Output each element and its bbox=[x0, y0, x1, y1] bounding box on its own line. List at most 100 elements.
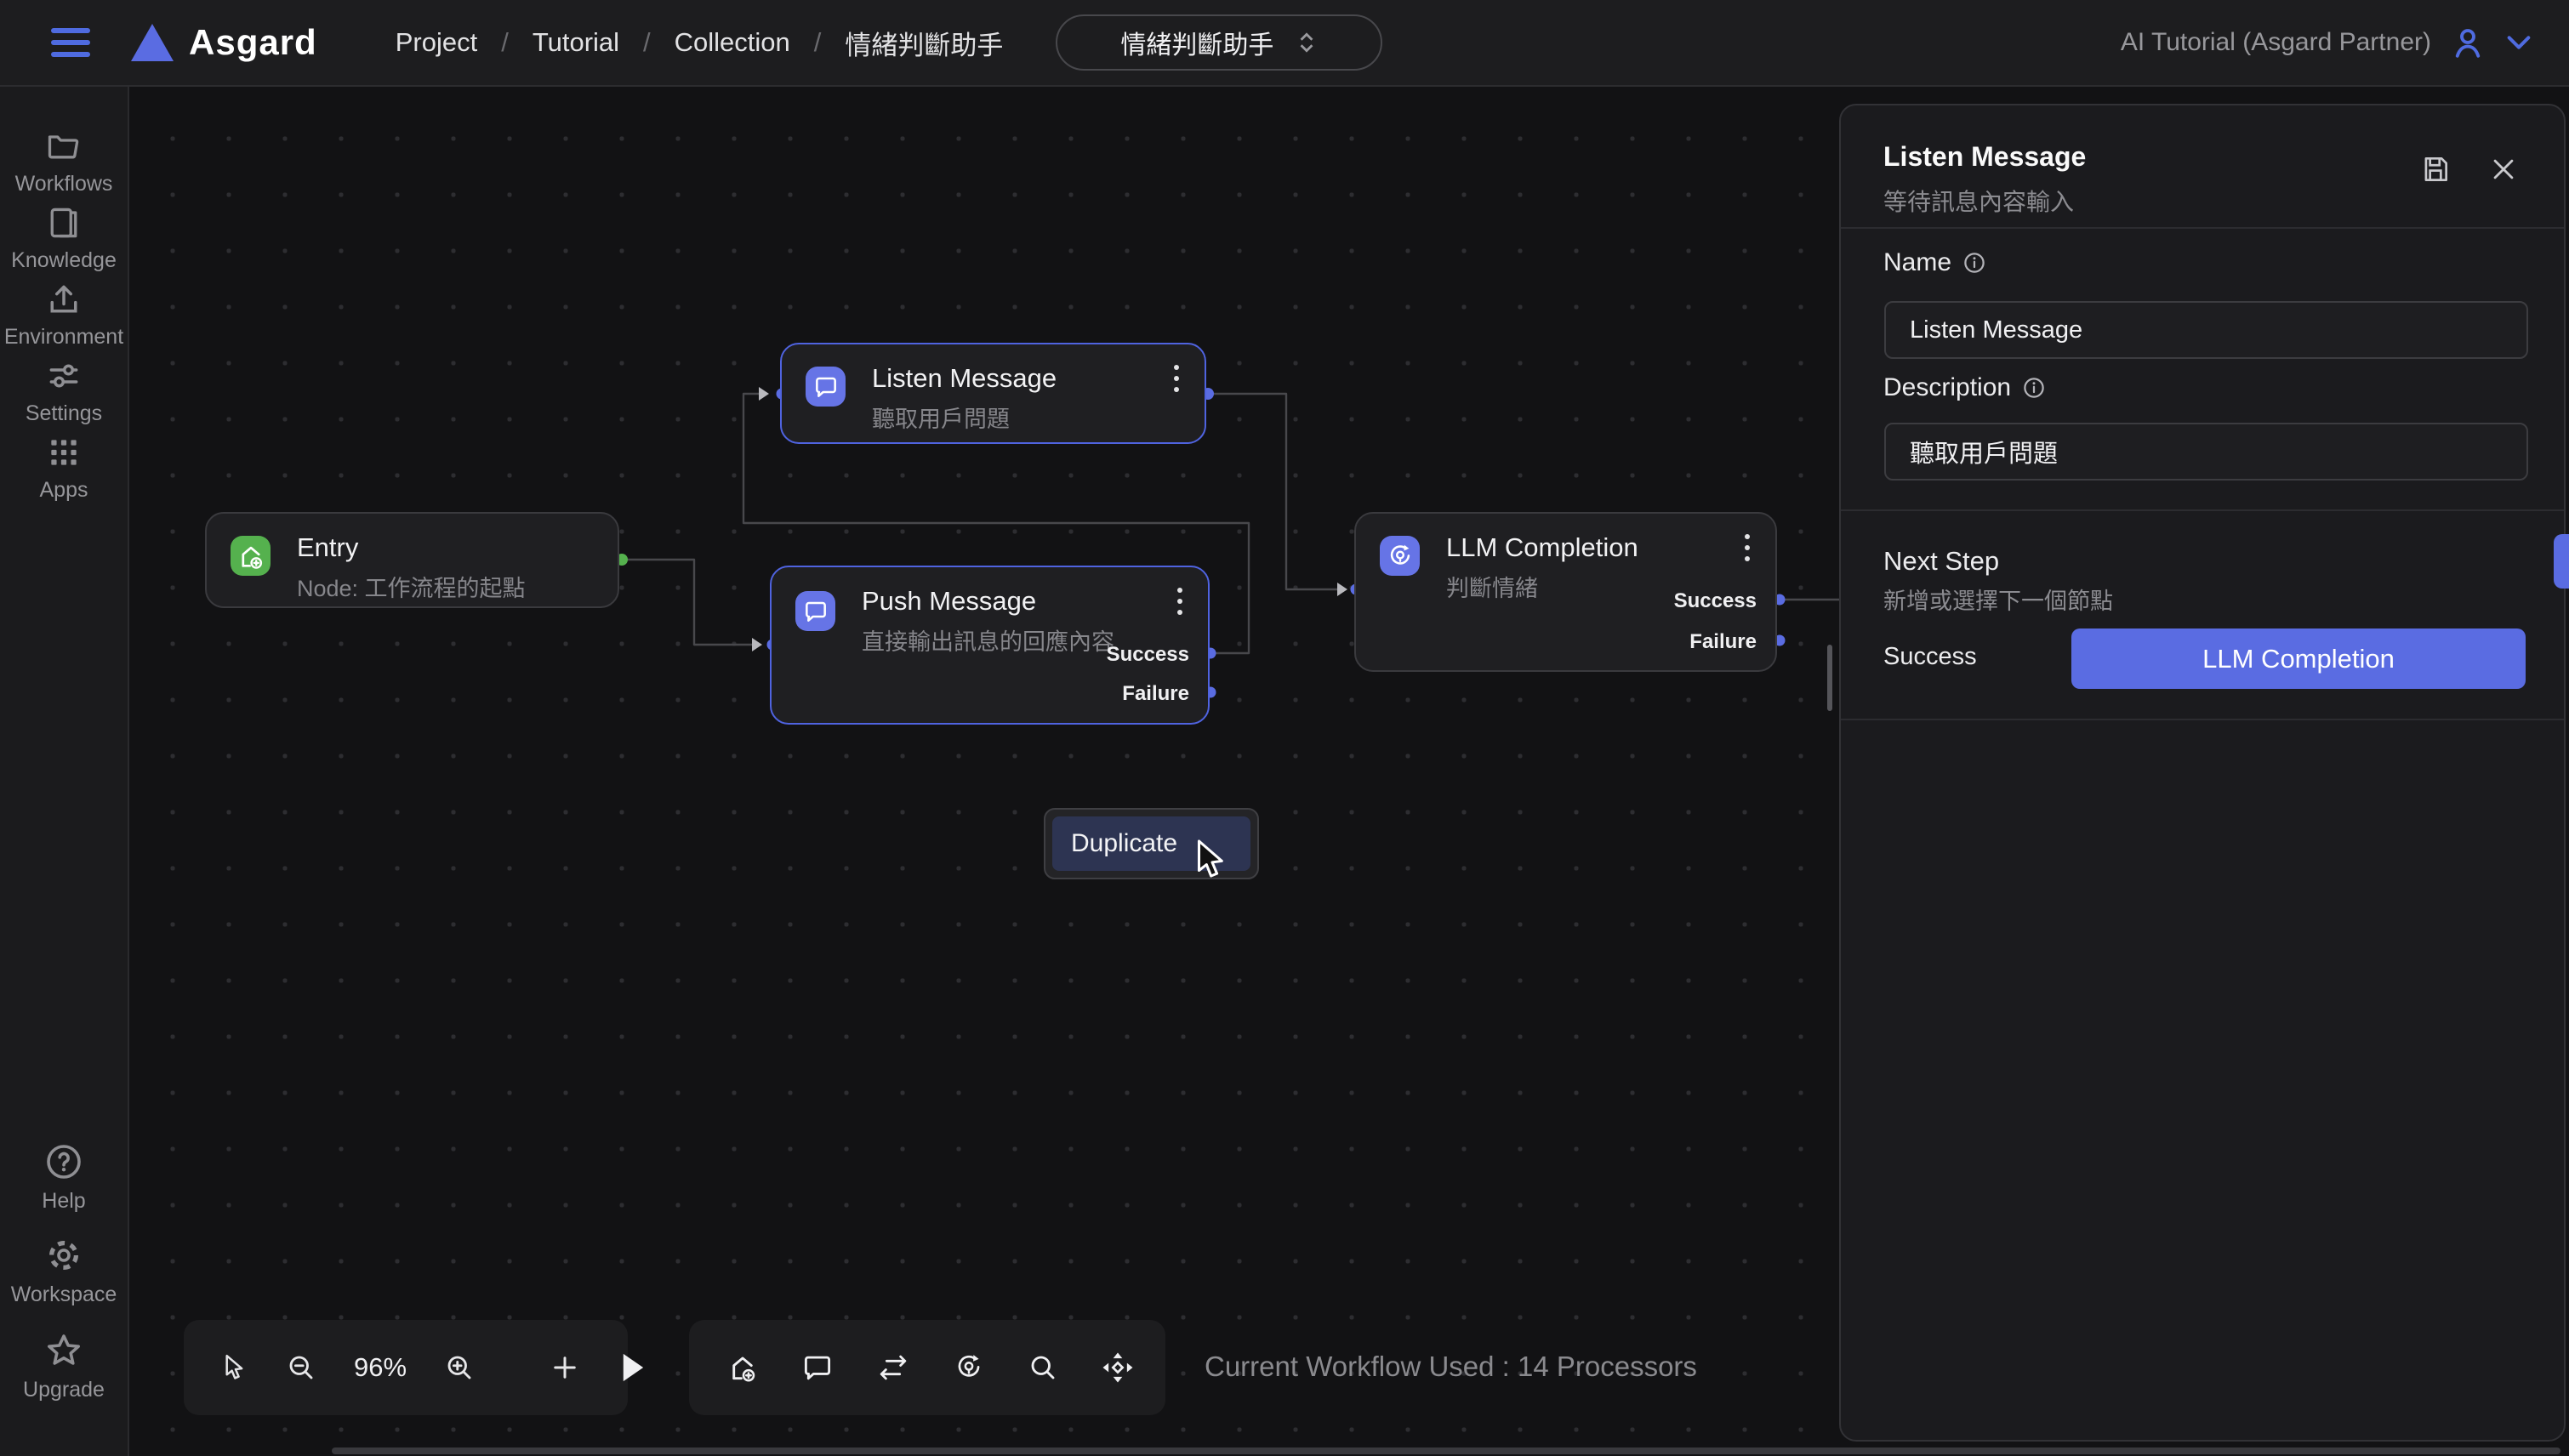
sidebar-item-environment[interactable]: Environment bbox=[0, 281, 128, 350]
llm-node-icon[interactable] bbox=[953, 1351, 985, 1384]
message-node-icon[interactable] bbox=[801, 1351, 834, 1384]
panel-divider bbox=[1841, 719, 2564, 720]
breadcrumb-current: 情緒判斷助手 bbox=[845, 24, 1003, 62]
home-plus-icon bbox=[231, 536, 271, 576]
sidebar-item-help[interactable]: Help bbox=[0, 1141, 128, 1214]
breadcrumb-tutorial[interactable]: Tutorial bbox=[533, 27, 619, 58]
select-cursor-icon[interactable] bbox=[219, 1352, 248, 1383]
breadcrumb-separator: / bbox=[814, 27, 822, 58]
success-row-label: Success bbox=[1883, 643, 1977, 671]
sidebar-item-workspace[interactable]: Workspace bbox=[0, 1235, 128, 1307]
sidebar-label: Help bbox=[42, 1189, 85, 1214]
upload-icon bbox=[45, 281, 83, 318]
node-title: Listen Message bbox=[872, 363, 1057, 394]
node-llm-completion[interactable]: LLM Completion 判斷情緒 Success Failure bbox=[1354, 512, 1777, 672]
sidebar-item-settings[interactable]: Settings bbox=[0, 357, 128, 426]
account-name: AI Tutorial (Asgard Partner) bbox=[2121, 28, 2431, 57]
breadcrumb-collection[interactable]: Collection bbox=[675, 27, 790, 58]
description-input[interactable]: 聽取用戶問題 bbox=[1884, 423, 2528, 481]
gear-icon bbox=[43, 1235, 84, 1276]
star-icon bbox=[43, 1330, 84, 1371]
sidebar-item-upgrade[interactable]: Upgrade bbox=[0, 1330, 128, 1402]
output-failure-label: Failure bbox=[1122, 682, 1189, 706]
node-detail-panel: Listen Message 等待訊息內容輸入 Name Listen Mess… bbox=[1839, 104, 2566, 1442]
panel-subtitle: 等待訊息內容輸入 bbox=[1883, 184, 2074, 218]
breadcrumb-project[interactable]: Project bbox=[396, 27, 477, 58]
node-title: Entry bbox=[297, 532, 358, 563]
node-menu-icon[interactable] bbox=[1745, 534, 1753, 567]
workflow-selector-value: 情緒判斷助手 bbox=[1120, 24, 1273, 61]
sidebar-label: Workflows bbox=[15, 172, 113, 196]
sidebar-label: Upgrade bbox=[23, 1378, 105, 1402]
sidebar-item-knowledge[interactable]: Knowledge bbox=[0, 204, 128, 273]
node-menu-icon[interactable] bbox=[1177, 588, 1186, 621]
pan-move-icon[interactable] bbox=[1101, 1351, 1135, 1385]
menu-icon[interactable] bbox=[51, 28, 90, 57]
name-input[interactable]: Listen Message bbox=[1884, 301, 2528, 359]
user-icon[interactable] bbox=[2450, 25, 2486, 60]
sidebar-item-workflows[interactable]: Workflows bbox=[0, 128, 128, 196]
next-step-hint: 新增或選擇下一個節點 bbox=[1883, 583, 2113, 616]
description-label: Description bbox=[1883, 373, 2047, 402]
swap-arrows-icon[interactable] bbox=[876, 1351, 910, 1384]
asgard-logo-icon bbox=[131, 24, 174, 61]
canvas-toolbar: 96% bbox=[184, 1320, 628, 1415]
top-navbar: Asgard Project / Tutorial / Collection /… bbox=[0, 0, 2569, 87]
node-entry[interactable]: Entry Node: 工作流程的起點 bbox=[205, 512, 619, 608]
panel-divider bbox=[1841, 509, 2564, 511]
zoom-in-icon[interactable] bbox=[444, 1352, 475, 1383]
zoom-out-icon[interactable] bbox=[286, 1352, 316, 1383]
collapsed-edge-button[interactable] bbox=[2554, 534, 2569, 589]
info-icon bbox=[1962, 250, 1987, 276]
chat-bubble-icon bbox=[806, 367, 846, 407]
llm-bulb-icon bbox=[1380, 536, 1420, 576]
folder-icon bbox=[45, 128, 83, 165]
node-palette-toolbar bbox=[689, 1320, 1165, 1415]
sidebar-label: Apps bbox=[40, 478, 88, 503]
left-sidebar: Workflows Knowledge Environment Settings… bbox=[0, 87, 129, 1456]
info-icon bbox=[2021, 375, 2047, 401]
panel-divider bbox=[1841, 227, 2564, 229]
node-title: Push Message bbox=[862, 586, 1036, 617]
grid-icon bbox=[45, 434, 83, 471]
help-icon bbox=[43, 1141, 84, 1182]
node-subtitle: 判斷情緒 bbox=[1446, 570, 1538, 603]
output-success-label: Success bbox=[1107, 643, 1189, 667]
node-title: LLM Completion bbox=[1446, 532, 1638, 563]
breadcrumb-separator: / bbox=[643, 27, 651, 58]
horizontal-scrollbar[interactable] bbox=[332, 1447, 2560, 1454]
node-subtitle: Node: 工作流程的起點 bbox=[297, 570, 526, 603]
node-push-message[interactable]: Push Message 直接輸出訊息的回應內容 Success Failure bbox=[770, 566, 1210, 725]
zoom-level: 96% bbox=[354, 1352, 407, 1383]
book-icon bbox=[45, 204, 83, 242]
processor-usage-status: Current Workflow Used : 14 Processors bbox=[1205, 1351, 1697, 1383]
run-workflow-icon[interactable] bbox=[618, 1351, 647, 1384]
add-node-icon[interactable] bbox=[550, 1352, 580, 1383]
node-menu-icon[interactable] bbox=[1174, 365, 1182, 398]
search-icon[interactable] bbox=[1028, 1352, 1058, 1383]
breadcrumb-separator: / bbox=[501, 27, 509, 58]
sidebar-item-apps[interactable]: Apps bbox=[0, 434, 128, 503]
panel-title: Listen Message bbox=[1883, 141, 2086, 173]
next-step-label: Next Step bbox=[1883, 546, 1999, 577]
chevron-down-icon[interactable] bbox=[2504, 31, 2533, 54]
name-label: Name bbox=[1883, 248, 1987, 277]
node-listen-message[interactable]: Listen Message 聽取用戶問題 bbox=[780, 343, 1206, 444]
unfold-chevrons-icon bbox=[1296, 30, 1318, 55]
mouse-cursor-icon bbox=[1189, 838, 1228, 884]
entry-node-icon[interactable] bbox=[726, 1351, 759, 1384]
output-success-label: Success bbox=[1674, 589, 1757, 613]
chat-bubble-icon bbox=[795, 591, 835, 631]
close-icon[interactable] bbox=[2489, 155, 2518, 184]
panel-resize-handle[interactable] bbox=[1827, 645, 1832, 711]
logo-text: Asgard bbox=[189, 22, 317, 63]
sidebar-label: Workspace bbox=[11, 1283, 117, 1307]
node-subtitle: 聽取用戶問題 bbox=[872, 401, 1010, 434]
save-icon[interactable] bbox=[2419, 153, 2452, 185]
node-subtitle: 直接輸出訊息的回應內容 bbox=[862, 623, 1114, 657]
sidebar-label: Knowledge bbox=[11, 248, 117, 273]
sliders-icon bbox=[45, 357, 83, 395]
workflow-selector[interactable]: 情緒判斷助手 bbox=[1056, 14, 1382, 71]
next-step-target-button[interactable]: LLM Completion bbox=[2071, 628, 2526, 689]
sidebar-label: Settings bbox=[26, 401, 102, 426]
